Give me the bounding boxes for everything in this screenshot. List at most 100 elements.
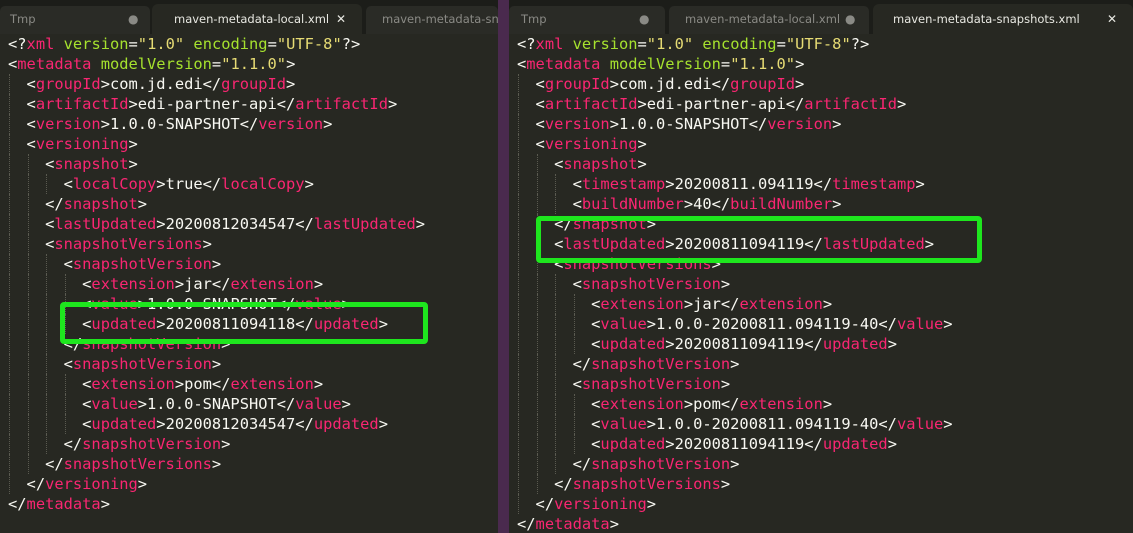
code-line: <versioning> bbox=[8, 134, 425, 154]
indent-guide bbox=[9, 394, 10, 414]
xml-text: > bbox=[637, 155, 647, 173]
xml-text: > bbox=[887, 335, 897, 353]
xml-text: < bbox=[517, 55, 527, 73]
indent-guide bbox=[9, 334, 10, 354]
xml-text: >edi-partner-api</ bbox=[637, 95, 805, 113]
xml-text: > bbox=[609, 515, 619, 533]
code-line: <?xml version="1.0" encoding="UTF-8"?> bbox=[8, 34, 425, 54]
xml-text: </ bbox=[572, 455, 592, 473]
indent-guide bbox=[555, 354, 557, 374]
xml-text: > bbox=[387, 95, 398, 113]
xml-text: < bbox=[26, 135, 36, 153]
xml-text: >jar</ bbox=[683, 295, 740, 313]
xml-text: = bbox=[211, 55, 222, 73]
indent-guide bbox=[27, 354, 29, 374]
tab-maven-metadata-local[interactable]: maven-metadata-local.xml ✕ bbox=[152, 4, 362, 34]
close-icon[interactable]: ✕ bbox=[336, 4, 346, 34]
indent-guide bbox=[536, 154, 538, 174]
xml-text: >jar</ bbox=[174, 275, 231, 293]
indent-guide bbox=[536, 474, 538, 494]
indent-guide bbox=[9, 274, 10, 294]
code-line: </metadata> bbox=[517, 514, 953, 533]
indentation bbox=[8, 435, 64, 453]
code-line: <extension>pom</extension> bbox=[517, 394, 953, 414]
xml-text: > bbox=[221, 435, 231, 453]
xml-code-view[interactable]: <?xml version="1.0" encoding="UTF-8"?> <m… bbox=[517, 34, 953, 533]
indent-guide bbox=[518, 374, 519, 394]
code-line: <updated>20200811094119</updated> bbox=[517, 334, 953, 354]
indent-guide bbox=[518, 154, 519, 174]
code-line: <artifactId>edi-partner-api</artifactId> bbox=[8, 94, 425, 114]
highlight-box bbox=[536, 216, 982, 263]
xml-tag-name: xml bbox=[535, 35, 564, 53]
indentation bbox=[8, 415, 82, 433]
xml-text: < bbox=[535, 135, 545, 153]
left-editor-pane: Tmp ● maven-metadata-local.xml ✕ maven-m… bbox=[0, 0, 498, 533]
code-line: </snapshotVersions> bbox=[517, 474, 953, 494]
xml-text: < bbox=[572, 175, 582, 193]
indent-guide bbox=[27, 414, 29, 434]
close-icon[interactable]: ✕ bbox=[1107, 4, 1117, 34]
indent-guide bbox=[27, 194, 29, 214]
indentation bbox=[517, 115, 536, 133]
indent-guide bbox=[46, 274, 48, 294]
indent-guide bbox=[555, 394, 557, 414]
xml-text: >20200811094119</ bbox=[665, 435, 823, 453]
xml-tag-name: snapshotVersions bbox=[63, 455, 212, 473]
indent-guide bbox=[46, 434, 48, 454]
tab-tmp[interactable]: Tmp ● bbox=[0, 6, 150, 34]
xml-text: <? bbox=[8, 35, 27, 53]
xml-tag-name: extension bbox=[600, 295, 684, 313]
xml-tag-name: extension bbox=[739, 395, 823, 413]
xml-text: < bbox=[572, 375, 582, 393]
xml-text: > bbox=[822, 295, 833, 313]
indent-guide bbox=[46, 414, 48, 434]
xml-text: < bbox=[8, 55, 18, 73]
xml-text: >pom</ bbox=[174, 375, 231, 393]
tab-maven-metadata-snapshots[interactable]: maven-metadata-sn bbox=[366, 6, 498, 34]
xml-text: > bbox=[378, 415, 388, 433]
xml-tag-name: groupId bbox=[544, 75, 610, 93]
indentation bbox=[8, 335, 64, 353]
indent-guide bbox=[518, 454, 519, 474]
xml-text: > bbox=[211, 255, 222, 273]
tab-tmp[interactable]: Tmp ● bbox=[509, 6, 665, 34]
indentation bbox=[8, 275, 82, 293]
xml-tag-name: artifactId bbox=[804, 95, 897, 113]
xml-tag-name: lastUpdated bbox=[313, 215, 416, 233]
indent-guide bbox=[27, 214, 29, 234]
indent-guide bbox=[27, 374, 29, 394]
xml-text: > bbox=[128, 155, 138, 173]
xml-text bbox=[563, 35, 572, 53]
code-line: <artifactId>edi-partner-api</artifactId> bbox=[517, 94, 953, 114]
xml-code-view[interactable]: <?xml version="1.0" encoding="UTF-8"?> <m… bbox=[8, 34, 425, 514]
indent-guide bbox=[9, 94, 10, 114]
code-line: <localCopy>true</localCopy> bbox=[8, 174, 425, 194]
code-line: </snapshot> bbox=[8, 194, 425, 214]
xml-text: >1.0.0-20200811.094119-40</ bbox=[646, 315, 897, 333]
xml-tag-name: localCopy bbox=[72, 175, 157, 193]
indentation bbox=[517, 355, 573, 373]
code-line: <updated>20200812034547</updated> bbox=[8, 414, 425, 434]
indent-guide bbox=[9, 434, 10, 454]
xml-attribute: version bbox=[572, 35, 638, 53]
tab-maven-metadata-snapshots[interactable]: maven-metadata-snapshots.xml ✕ bbox=[873, 4, 1133, 34]
code-line: <groupId>com.jd.edi</groupId> bbox=[8, 74, 425, 94]
tab-maven-metadata-local[interactable]: maven-metadata-local.xml ● bbox=[669, 6, 869, 34]
xml-text: < bbox=[535, 75, 545, 93]
code-line: <extension>jar</extension> bbox=[517, 294, 953, 314]
xml-text: < bbox=[26, 95, 36, 113]
indent-guide bbox=[9, 454, 10, 474]
indentation bbox=[517, 415, 591, 433]
indentation bbox=[8, 75, 27, 93]
xml-text: >20200811094119</ bbox=[665, 335, 823, 353]
tab-label: maven-metadata-local.xml bbox=[174, 12, 330, 26]
indent-guide bbox=[536, 394, 538, 414]
tab-label: Tmp bbox=[521, 12, 547, 26]
xml-tag-name: localCopy bbox=[221, 175, 305, 193]
indentation bbox=[8, 375, 82, 393]
xml-text: </ bbox=[26, 475, 46, 493]
code-line: <version>1.0.0-SNAPSHOT</version> bbox=[8, 114, 425, 134]
indent-guide bbox=[536, 354, 538, 374]
xml-tag-name: updated bbox=[600, 335, 666, 353]
